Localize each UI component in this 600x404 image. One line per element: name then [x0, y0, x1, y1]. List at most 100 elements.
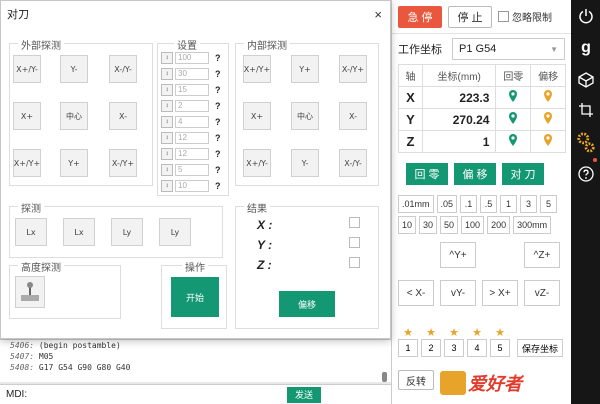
jog-z-minus-button[interactable]: vZ- — [524, 280, 560, 306]
slot-button[interactable]: 4 — [467, 339, 487, 357]
send-button[interactable]: 发送 — [287, 386, 321, 403]
setting-input[interactable]: 5 — [175, 164, 209, 176]
jog-y-minus-button[interactable]: vY- — [440, 280, 476, 306]
step-button[interactable]: 300mm — [513, 216, 552, 234]
offset-x-icon[interactable] — [530, 86, 566, 109]
jog-z-plus-button[interactable]: ^Z+ — [524, 242, 560, 268]
outer-tile-center[interactable]: 中心 — [60, 102, 88, 130]
inner-tile-xp-ym[interactable]: X+/Y- — [243, 149, 271, 177]
wcs-select[interactable]: P1 G54 ▼ — [452, 38, 565, 60]
outer-tile-xp-ym[interactable]: X+/Y- — [13, 55, 41, 83]
setting-input[interactable]: 10 — [175, 180, 209, 192]
step-button[interactable]: 30 — [419, 216, 438, 234]
probe-tile-lx-left[interactable]: Lx — [15, 218, 47, 246]
setting-input[interactable]: 12 — [175, 132, 209, 144]
gears-icon[interactable] — [576, 128, 596, 156]
outer-tile-ym[interactable]: Y- — [60, 55, 88, 83]
outer-tile-xp[interactable]: X+ — [13, 102, 41, 130]
probe-tile-ly-left[interactable]: Ly — [111, 218, 143, 246]
step-button[interactable]: 50 — [440, 216, 459, 234]
step-button[interactable]: 10 — [398, 216, 417, 234]
result-x-label: X : — [257, 218, 273, 232]
jog-x-minus-button[interactable]: < X- — [398, 280, 434, 306]
offset-z-icon[interactable] — [530, 130, 566, 153]
offset-button[interactable]: 偏 移 — [454, 163, 496, 185]
crop-icon[interactable] — [576, 100, 596, 120]
home-y-icon[interactable] — [495, 108, 532, 131]
help-icon[interactable]: ? — [215, 69, 221, 79]
outer-tile-xm[interactable]: X- — [109, 102, 137, 130]
help-icon[interactable] — [576, 164, 596, 184]
outer-tile-xm-ym[interactable]: X-/Y- — [109, 55, 137, 83]
inner-tile-xm-yp[interactable]: X-/Y+ — [339, 55, 367, 83]
jog-y-plus-button[interactable]: ^Y+ — [440, 242, 476, 268]
help-icon[interactable]: ? — [215, 117, 221, 127]
chevron-down-icon: ▼ — [550, 44, 558, 54]
result-offset-button[interactable]: 偏移 — [279, 291, 335, 317]
step-button[interactable]: 5 — [540, 195, 558, 213]
setting-input[interactable]: 4 — [175, 116, 209, 128]
g-icon[interactable]: g — [576, 38, 596, 58]
outer-tile-yp[interactable]: Y+ — [60, 149, 88, 177]
start-button[interactable]: 开始 — [171, 277, 219, 317]
inner-tile-xm-ym[interactable]: X-/Y- — [339, 149, 367, 177]
help-icon[interactable]: ? — [215, 181, 221, 191]
jog-x-plus-button[interactable]: > X+ — [482, 280, 518, 306]
checkbox-box[interactable] — [498, 11, 509, 22]
inner-tile-yp[interactable]: Y+ — [291, 55, 319, 83]
mdi-input[interactable] — [33, 388, 281, 402]
step-button[interactable]: 100 — [461, 216, 485, 234]
slot-button[interactable]: 3 — [444, 339, 464, 357]
step-button[interactable]: .05 — [436, 195, 458, 213]
inner-tile-ym[interactable]: Y- — [291, 149, 319, 177]
result-y-checkbox[interactable] — [349, 237, 360, 248]
help-icon[interactable]: ? — [215, 101, 221, 111]
stop-button[interactable]: 停 止 — [448, 5, 492, 28]
result-z-checkbox[interactable] — [349, 257, 360, 268]
gcode-console: 5406: (begin postamble) 5407: M05 5408: … — [0, 339, 391, 382]
setting-input[interactable]: 100 — [175, 52, 209, 64]
step-button[interactable]: 200 — [487, 216, 511, 234]
help-icon[interactable]: ? — [215, 85, 221, 95]
ignore-limit-checkbox[interactable]: 忽略限制 — [498, 9, 552, 24]
help-icon[interactable]: ? — [215, 133, 221, 143]
offset-y-icon[interactable] — [530, 108, 566, 131]
home-button[interactable]: 回 零 — [406, 163, 448, 185]
help-icon[interactable]: ? — [215, 149, 221, 159]
setting-input[interactable]: 15 — [175, 84, 209, 96]
cube-icon[interactable] — [576, 70, 596, 90]
step-button[interactable]: 3 — [520, 195, 538, 213]
inner-tile-xp[interactable]: X+ — [243, 102, 271, 130]
setting-input[interactable]: 30 — [175, 68, 209, 80]
probe-tile-ly-center[interactable]: Ly — [159, 218, 191, 246]
power-icon[interactable] — [576, 6, 596, 26]
outer-tile-xp-yp[interactable]: X+/Y+ — [13, 149, 41, 177]
slot-button[interactable]: 1 — [398, 339, 418, 357]
close-icon[interactable]: × — [374, 7, 382, 22]
height-probe-tile[interactable] — [15, 276, 45, 308]
help-icon[interactable]: ? — [215, 53, 221, 63]
estop-button[interactable]: 急 停 — [398, 5, 442, 28]
probe-tile-lx-center[interactable]: Lx — [63, 218, 95, 246]
step-button[interactable]: .01mm — [398, 195, 434, 213]
setting-input[interactable]: 2 — [175, 100, 209, 112]
probe-button[interactable]: 对 刀 — [502, 163, 544, 185]
slot-button[interactable]: 2 — [421, 339, 441, 357]
setting-row: ↕ 5? — [161, 163, 221, 177]
home-x-icon[interactable] — [495, 86, 532, 109]
save-coords-button[interactable]: 保存坐标 — [517, 339, 564, 357]
inner-tile-center[interactable]: 中心 — [291, 102, 319, 130]
home-z-icon[interactable] — [495, 130, 532, 153]
outer-tile-xm-yp[interactable]: X-/Y+ — [109, 149, 137, 177]
step-button[interactable]: 1 — [500, 195, 518, 213]
result-x-checkbox[interactable] — [349, 217, 360, 228]
inner-tile-xp-yp[interactable]: X+/Y+ — [243, 55, 271, 83]
setting-input[interactable]: 12 — [175, 148, 209, 160]
slot-button[interactable]: 5 — [490, 339, 510, 357]
help-icon[interactable]: ? — [215, 165, 221, 175]
step-button[interactable]: .1 — [460, 195, 478, 213]
inner-tile-xm[interactable]: X- — [339, 102, 367, 130]
console-scrollbar[interactable] — [382, 372, 387, 382]
reverse-button[interactable]: 反转 — [398, 370, 434, 390]
step-button[interactable]: .5 — [480, 195, 498, 213]
